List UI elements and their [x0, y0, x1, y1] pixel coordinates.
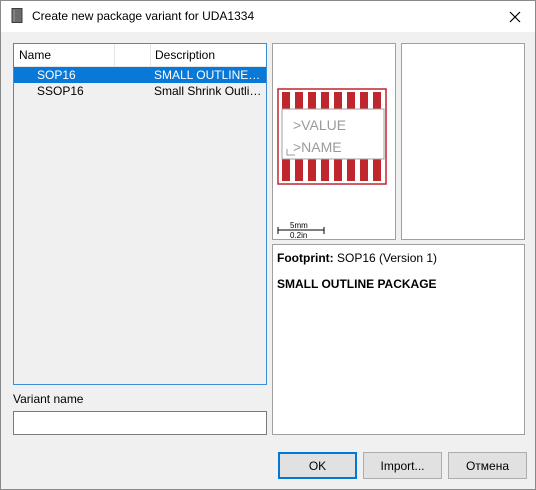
package-list[interactable]: Name Description SOP16 SMALL OUTLINE PAC… [13, 43, 267, 385]
footprint-pad [282, 92, 290, 110]
footprint-pad [360, 159, 368, 181]
footprint-pad [321, 159, 329, 181]
book-icon [11, 8, 23, 23]
dialog-window: Create new package variant for UDA1334 N… [0, 0, 536, 490]
footprint-pad [373, 159, 381, 181]
package-description: SMALL OUTLINE PACKAGE [277, 277, 437, 291]
cancel-button[interactable]: Отмена [448, 452, 527, 479]
footprint-pad [321, 92, 329, 110]
title-bar: Create new package variant for UDA1334 [1, 1, 535, 32]
footprint-pad [360, 92, 368, 110]
footprint-pad [295, 92, 303, 110]
close-icon [509, 11, 521, 22]
value-text: >VALUE [293, 117, 346, 133]
scale-in-label: 0.2in [290, 231, 307, 240]
footprint-pad [334, 92, 342, 110]
footprint-pad [282, 159, 290, 181]
footprint-pads-bottom [282, 159, 381, 181]
list-item[interactable]: SOP16 SMALL OUTLINE PACKAGE [14, 67, 266, 83]
import-button[interactable]: Import... [363, 452, 442, 479]
footprint-pad [373, 92, 381, 110]
symbol-preview [401, 43, 525, 240]
list-item-description: Small Shrink Outline Package [154, 84, 262, 98]
column-header-name[interactable]: Name [14, 44, 115, 67]
column-header-description[interactable]: Description [151, 44, 266, 67]
column-header-blank[interactable] [115, 44, 151, 67]
footprint-pad [347, 92, 355, 110]
footprint-pad [308, 92, 316, 110]
footprint-label: Footprint: [277, 251, 334, 265]
footprint-pad [295, 159, 303, 181]
info-panel: Footprint: SOP16 (Version 1) SMALL OUTLI… [272, 244, 525, 435]
footprint-preview: >VALUE >NAME 5mm 0.2in [272, 43, 396, 240]
footprint-pad [334, 159, 342, 181]
footprint-value: SOP16 (Version 1) [337, 251, 438, 265]
variant-name-label: Variant name [13, 392, 84, 406]
name-text: >NAME [293, 139, 342, 155]
footprint-pads-top [282, 92, 381, 110]
list-item-description: SMALL OUTLINE PACKAGE [154, 68, 262, 82]
list-item-name: SOP16 [37, 68, 76, 82]
footprint-pad [308, 159, 316, 181]
window-title: Create new package variant for UDA1334 [32, 9, 255, 23]
footprint-pad [347, 159, 355, 181]
list-header: Name Description [14, 44, 266, 67]
list-item[interactable]: SSOP16 Small Shrink Outline Package [14, 83, 266, 99]
footprint-info: Footprint: SOP16 (Version 1) [277, 251, 520, 265]
scale-mm-label: 5mm [290, 221, 308, 230]
list-item-name: SSOP16 [37, 84, 84, 98]
variant-name-input[interactable] [13, 411, 267, 435]
ok-button[interactable]: OK [278, 452, 357, 479]
close-button[interactable] [495, 1, 535, 32]
